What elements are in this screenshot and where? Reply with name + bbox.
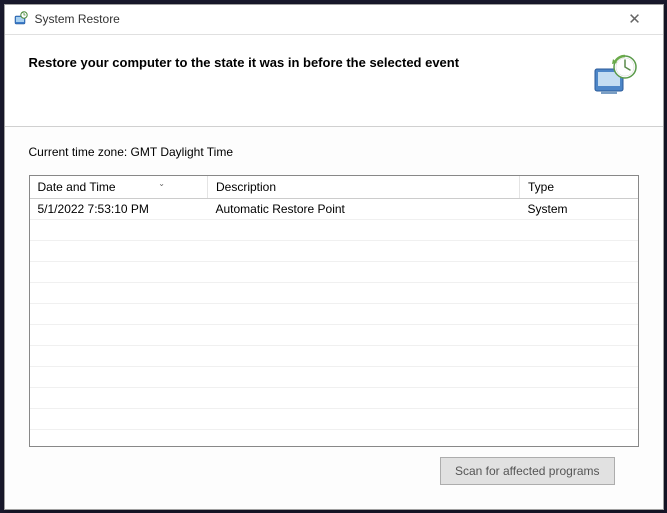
table-row: . (30, 387, 638, 408)
table-row[interactable]: 5/1/2022 7:53:10 PM Automatic Restore Po… (30, 198, 638, 219)
titlebar: System Restore ✕ (5, 5, 663, 35)
table-row: . (30, 219, 638, 240)
column-header-description[interactable]: Description (208, 176, 520, 199)
system-restore-dialog: System Restore ✕ Restore your computer t… (4, 4, 664, 510)
column-header-date-label: Date and Time (38, 180, 116, 194)
dialog-body: Current time zone: GMT Daylight Time Dat… (5, 127, 663, 509)
table-row: . (30, 345, 638, 366)
column-header-type[interactable]: Type (520, 176, 638, 199)
table-row: . (30, 240, 638, 261)
table-header-row: Date and Time ⌄ Description Type (30, 176, 638, 199)
scan-affected-programs-button[interactable]: Scan for affected programs (440, 457, 615, 485)
table-row: . (30, 324, 638, 345)
restore-icon (591, 53, 639, 101)
restore-points-table[interactable]: Date and Time ⌄ Description Type 5/1/202… (29, 175, 639, 447)
timezone-label: Current time zone: GMT Daylight Time (29, 145, 639, 159)
column-header-date[interactable]: Date and Time ⌄ (30, 176, 208, 199)
cell-description: Automatic Restore Point (208, 198, 520, 219)
table-row: . (30, 261, 638, 282)
sort-indicator-icon: ⌄ (158, 179, 165, 188)
app-icon (13, 11, 29, 27)
table-row: . (30, 366, 638, 387)
table-row: . (30, 408, 638, 429)
window-title: System Restore (35, 12, 615, 26)
headline-text: Restore your computer to the state it wa… (29, 53, 579, 70)
table-row: . (30, 282, 638, 303)
cell-date: 5/1/2022 7:53:10 PM (30, 198, 208, 219)
table-row: . (30, 303, 638, 324)
dialog-header: Restore your computer to the state it wa… (5, 35, 663, 127)
close-icon[interactable]: ✕ (615, 10, 655, 28)
cell-type: System (520, 198, 638, 219)
dialog-footer: Scan for affected programs (29, 447, 639, 503)
